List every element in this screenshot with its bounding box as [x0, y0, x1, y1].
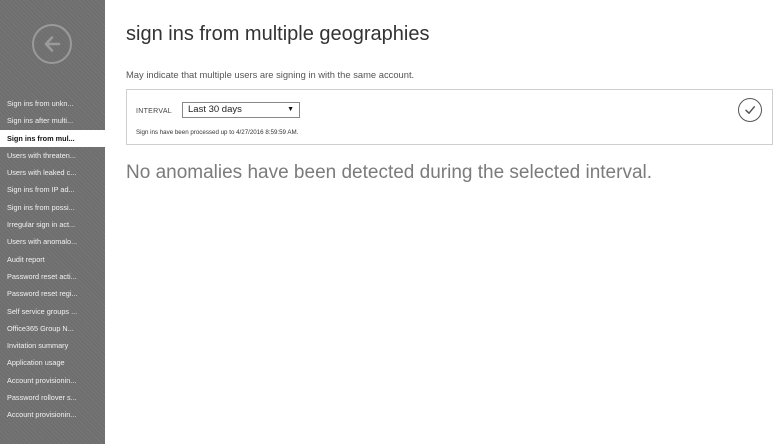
sidebar-item[interactable]: Audit report: [0, 251, 105, 268]
sidebar-item[interactable]: Users with leaked c...: [0, 164, 105, 181]
page-title: sign ins from multiple geographies: [126, 23, 430, 45]
sidebar-item[interactable]: Sign ins from mul...: [0, 129, 105, 147]
sidebar-item[interactable]: Self service groups ...: [0, 303, 105, 320]
sidebar-item[interactable]: Password rollover s...: [0, 389, 105, 406]
sidebar-item[interactable]: Password reset acti...: [0, 268, 105, 285]
page-subtitle: May indicate that multiple users are sig…: [126, 69, 415, 80]
interval-panel: INTERVAL Last 30 days ▼ Sign ins have be…: [126, 89, 773, 145]
sidebar-item[interactable]: Irregular sign in act...: [0, 216, 105, 233]
processed-note: Sign ins have been processed up to 4/27/…: [136, 129, 299, 136]
back-button[interactable]: [32, 24, 72, 64]
interval-selected-value: Last 30 days: [188, 104, 242, 115]
sidebar-item[interactable]: Sign ins after multi...: [0, 112, 105, 129]
interval-label: INTERVAL: [136, 108, 172, 115]
interval-select[interactable]: Last 30 days ▼: [182, 102, 300, 118]
empty-state-message: No anomalies have been detected during t…: [126, 162, 653, 183]
sidebar-item[interactable]: Sign ins from possi...: [0, 199, 105, 216]
checkmark-circle-icon: [745, 106, 756, 114]
sidebar-item[interactable]: Application usage: [0, 354, 105, 371]
sidebar-item[interactable]: Users with threaten...: [0, 147, 105, 164]
sidebar-nav: Sign ins from unkn... Sign ins after mult…: [0, 95, 105, 424]
sidebar-item[interactable]: Account provisionin...: [0, 372, 105, 389]
sidebar: Sign ins from unkn... Sign ins after mult…: [0, 0, 105, 444]
sidebar-item[interactable]: Office365 Group N...: [0, 320, 105, 337]
sidebar-item[interactable]: Account provisionin...: [0, 406, 105, 423]
arrow-left-circle-icon: [44, 36, 61, 52]
sidebar-item[interactable]: Sign ins from unkn...: [0, 95, 105, 112]
sidebar-item[interactable]: Users with anomalo...: [0, 233, 105, 250]
dropdown-arrow-icon: ▼: [287, 106, 294, 113]
confirm-button[interactable]: [738, 98, 762, 122]
sidebar-item[interactable]: Sign ins from IP ad...: [0, 181, 105, 198]
main-content: sign ins from multiple geographies May i…: [105, 0, 782, 444]
sidebar-item[interactable]: Password reset regi...: [0, 285, 105, 302]
sidebar-item[interactable]: Invitation summary: [0, 337, 105, 354]
